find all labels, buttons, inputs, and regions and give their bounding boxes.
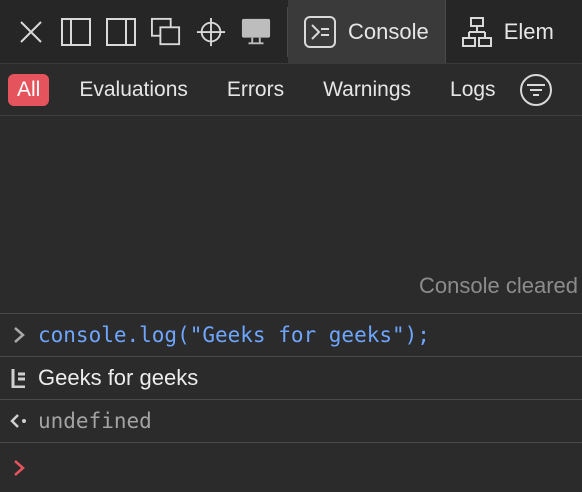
tab-elements-label: Elem — [503, 18, 554, 44]
filter-warnings[interactable]: Warnings — [314, 74, 420, 106]
tab-console[interactable]: Console — [288, 0, 446, 63]
console-prompt-input[interactable] — [38, 453, 582, 483]
detach-window-icon[interactable] — [151, 17, 181, 47]
close-icon[interactable] — [16, 17, 46, 47]
console-input-command: console.log("Geeks for geeks"); — [38, 323, 430, 347]
console-filter-bar: All Evaluations Errors Warnings Logs — [0, 64, 582, 116]
filter-errors[interactable]: Errors — [218, 74, 293, 106]
filter-evaluations[interactable]: Evaluations — [70, 74, 197, 106]
filter-options-icon[interactable] — [519, 73, 553, 107]
prompt-chevron-icon — [0, 459, 38, 477]
chevron-right-icon — [0, 326, 38, 344]
filter-all[interactable]: All — [8, 73, 50, 106]
dock-right-icon[interactable] — [106, 17, 136, 47]
console-log-message: Geeks for geeks — [38, 365, 199, 390]
element-picker-icon[interactable] — [196, 17, 226, 47]
console-return-value: undefined — [38, 409, 152, 433]
console-prompt-row[interactable] — [0, 442, 582, 492]
console-output-area: Console cleared console.log("Geeks for g… — [0, 116, 582, 492]
device-screen-icon[interactable] — [241, 17, 271, 47]
tab-elements[interactable]: Elem — [446, 0, 570, 63]
dock-left-icon[interactable] — [61, 17, 91, 47]
console-result-row: undefined — [0, 399, 582, 442]
console-cleared-message: Console cleared — [419, 273, 578, 298]
return-arrow-icon — [0, 412, 38, 430]
tab-console-label: Console — [348, 18, 429, 44]
filter-logs[interactable]: Logs — [441, 74, 505, 106]
elements-icon — [461, 16, 492, 47]
console-icon — [304, 15, 336, 48]
console-input-row: console.log("Geeks for geeks"); — [0, 313, 582, 356]
console-log-row: Geeks for geeks — [0, 356, 582, 399]
devtools-toolbar: Console Elem — [0, 0, 582, 64]
log-message-icon — [0, 368, 38, 388]
